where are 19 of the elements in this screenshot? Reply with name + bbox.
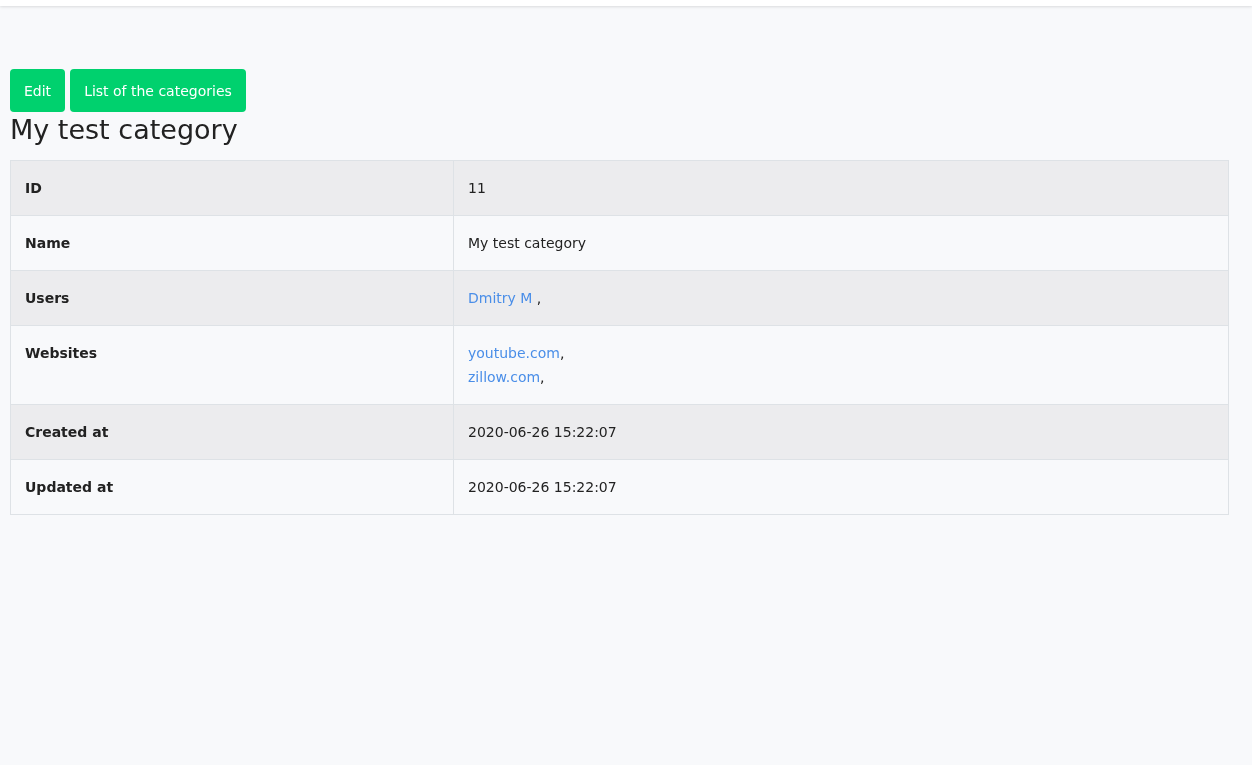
row-label: Websites [10, 325, 454, 405]
edit-button[interactable]: Edit [10, 69, 66, 112]
row-label: Name [10, 215, 454, 271]
value-text: 11 [468, 180, 486, 196]
row-label: Users [10, 270, 454, 326]
categories-list-button[interactable]: List of the categories [70, 69, 246, 112]
value-text: 2020-06-26 15:22:07 [468, 479, 617, 495]
value-text: , [559, 345, 565, 361]
row-label: Updated at [10, 459, 454, 515]
value-text: , [540, 369, 545, 385]
value-text: 2020-06-26 15:22:07 [468, 424, 617, 440]
value-link[interactable]: youtube.com [468, 345, 560, 361]
page-title: My test category [10, 113, 238, 147]
value-link[interactable]: Dmitry M [468, 290, 533, 306]
row-label: Created at [10, 404, 454, 460]
value-text: , [535, 290, 542, 306]
row-label: ID [10, 160, 454, 216]
value-link[interactable]: zillow.com [468, 369, 541, 385]
value-text: My test category [468, 235, 587, 251]
